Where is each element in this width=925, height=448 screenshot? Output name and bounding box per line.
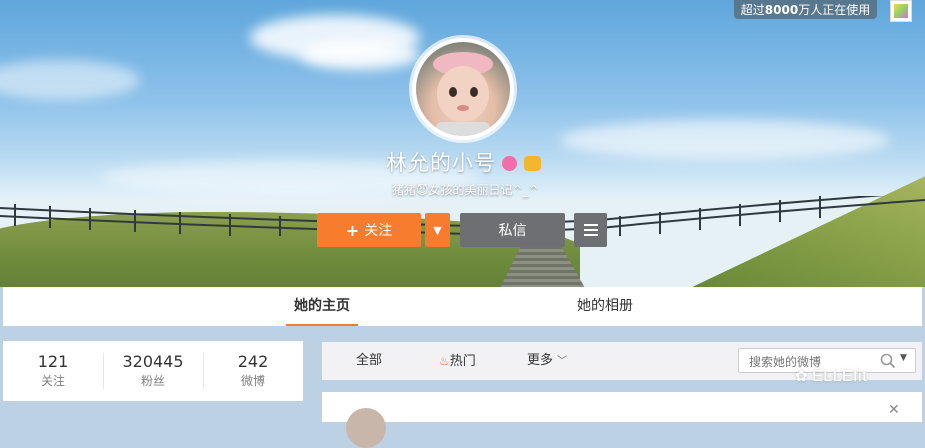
filter-hot-label: 热门 bbox=[449, 354, 476, 369]
profile-stats: 121 关注 320445 粉丝 242 微博 bbox=[3, 341, 303, 401]
badge-count: 8000 bbox=[764, 2, 799, 17]
menu-icon bbox=[583, 224, 598, 236]
more-menu-button[interactable] bbox=[574, 213, 607, 247]
feed-avatar[interactable] bbox=[346, 408, 386, 448]
stat-followers[interactable]: 320445 粉丝 bbox=[103, 341, 203, 401]
caret-down-icon: ▼ bbox=[433, 223, 442, 237]
feed-card: ✕ bbox=[322, 392, 922, 448]
badge-prefix: 超过 bbox=[740, 3, 765, 17]
plus-icon: + bbox=[345, 220, 360, 240]
stat-label: 粉丝 bbox=[140, 374, 165, 388]
filter-hot[interactable]: ♨热门 bbox=[439, 342, 476, 380]
cloud bbox=[300, 40, 420, 70]
tab-home[interactable]: 她的主页 bbox=[286, 287, 358, 326]
stat-following[interactable]: 121 关注 bbox=[3, 341, 103, 401]
user-count-badge[interactable]: 超过 8000 万人正在使用 bbox=[734, 0, 877, 19]
avatar-image bbox=[416, 42, 510, 136]
filter-more[interactable]: 更多 ﹀ bbox=[527, 342, 567, 380]
stat-label: 微博 bbox=[240, 374, 265, 388]
stat-value: 320445 bbox=[122, 352, 184, 371]
stat-value: 242 bbox=[237, 352, 269, 371]
watermark: ✿ ELLEfit bbox=[795, 367, 867, 386]
caret-down-icon[interactable]: ▼ bbox=[900, 353, 907, 363]
avatar[interactable] bbox=[412, 38, 514, 140]
qr-code-icon[interactable] bbox=[890, 0, 912, 22]
filter-all[interactable]: 全部 bbox=[356, 342, 382, 380]
verified-icon[interactable] bbox=[502, 156, 517, 171]
profile-name: 林允的小号 bbox=[386, 151, 496, 175]
follow-button[interactable]: + 关注 bbox=[317, 213, 421, 247]
profile-bio: 猪猪😈女孩的美丽日记^_^ bbox=[392, 183, 539, 197]
search-icon[interactable] bbox=[880, 353, 896, 369]
cloud bbox=[560, 120, 890, 160]
stat-posts[interactable]: 242 微博 bbox=[203, 341, 303, 401]
wechat-icon: ✿ bbox=[795, 368, 809, 385]
tab-album[interactable]: 她的相册 bbox=[565, 287, 645, 326]
filter-more-label: 更多 bbox=[527, 353, 554, 368]
stat-value: 121 bbox=[37, 352, 69, 371]
badge-suffix: 万人正在使用 bbox=[798, 3, 871, 17]
profile-cover: 林允的小号 猪猪😈女孩的美丽日记^_^ + 关注 ▼ 私信 超过 8000 万人正在… bbox=[0, 0, 925, 287]
profile-tabs: 她的主页 她的相册 bbox=[3, 287, 922, 326]
cloud bbox=[0, 60, 140, 100]
follow-options-button[interactable]: ▼ bbox=[425, 213, 450, 247]
message-button[interactable]: 私信 bbox=[460, 213, 565, 247]
fire-icon: ♨ bbox=[439, 354, 450, 368]
message-button-label: 私信 bbox=[498, 223, 527, 239]
watermark-text: ELLEfit bbox=[812, 368, 868, 385]
vip-icon[interactable] bbox=[524, 156, 541, 171]
stat-label: 关注 bbox=[40, 374, 65, 388]
chevron-down-icon: ﹀ bbox=[557, 356, 568, 367]
follow-button-label: 关注 bbox=[364, 223, 393, 239]
